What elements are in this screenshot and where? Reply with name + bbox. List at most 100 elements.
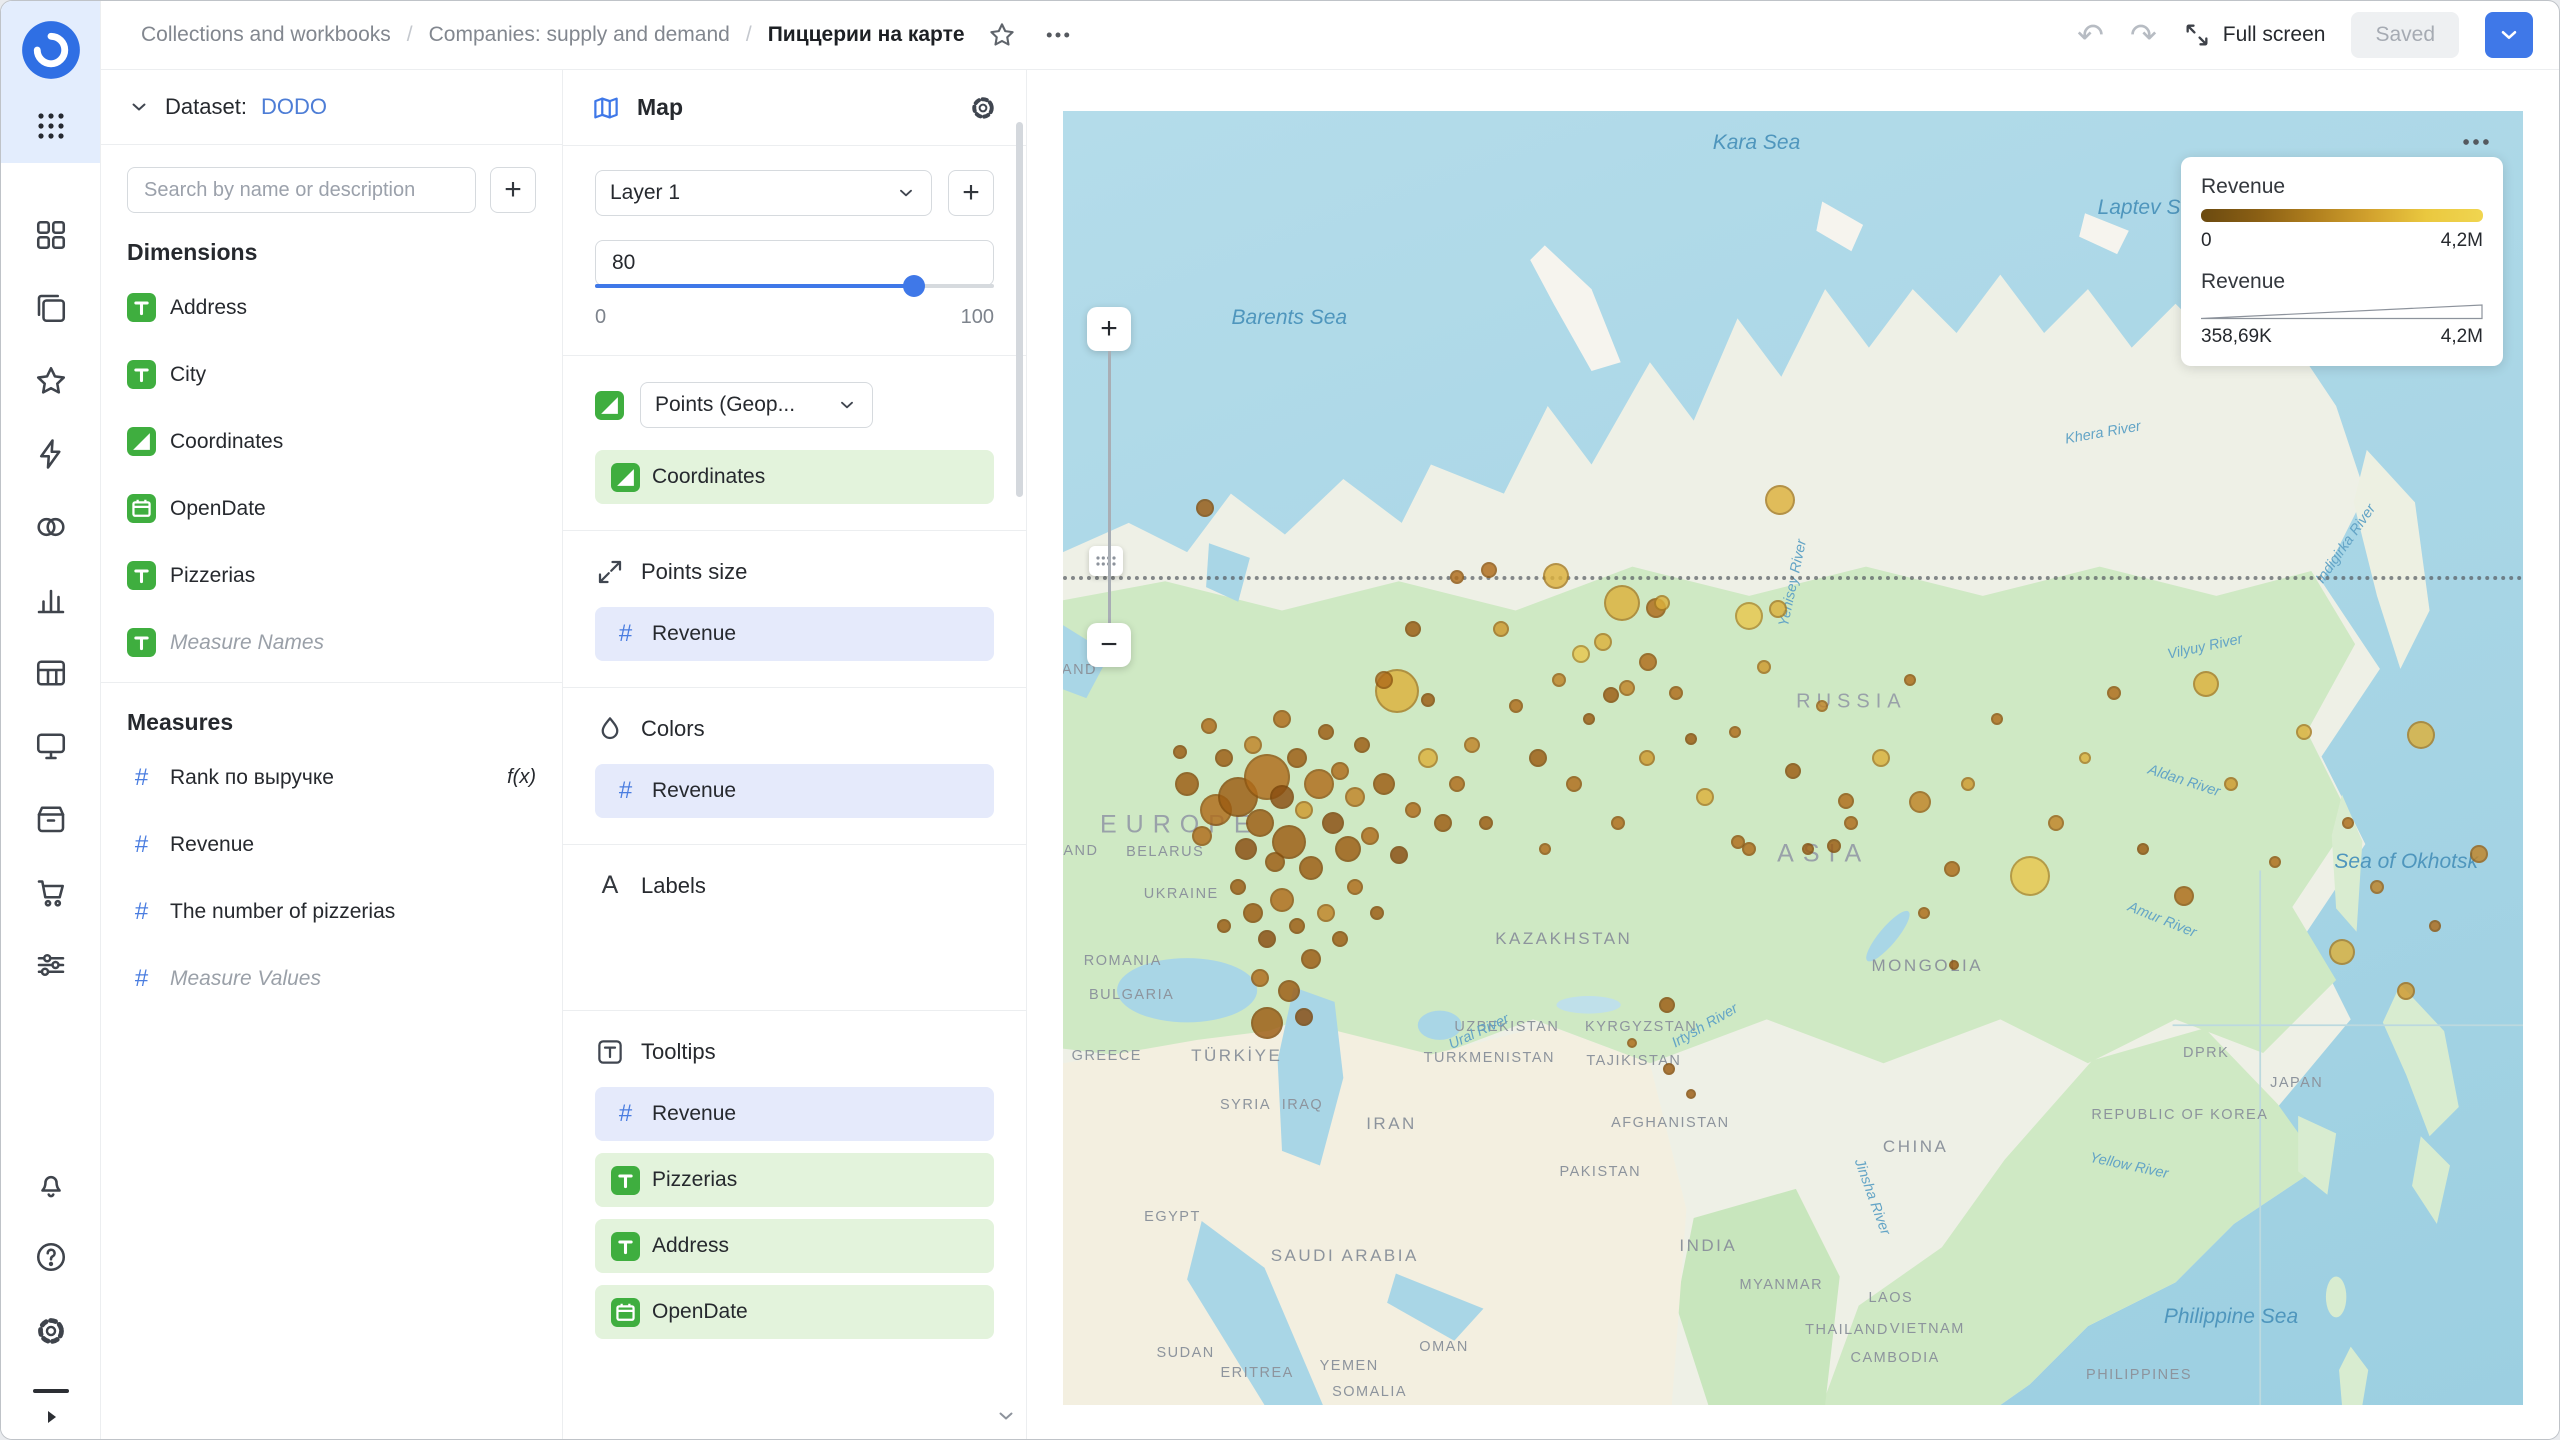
map-bubble[interactable] — [1405, 620, 1422, 637]
undo-icon[interactable]: ↶ — [2077, 19, 2104, 51]
map-bubble[interactable] — [1816, 700, 1829, 713]
map-bubble[interactable] — [1288, 918, 1305, 935]
map-bubble[interactable] — [1543, 562, 1570, 589]
notifications-icon[interactable] — [33, 1165, 69, 1201]
map-bubble[interactable] — [1270, 888, 1294, 913]
map-chart[interactable]: Kara Sea Barents Sea Laptev Sea Sea of Okho… — [1063, 111, 2523, 1405]
map-bubble[interactable] — [2328, 939, 2355, 966]
apps-grid-icon[interactable] — [34, 109, 68, 143]
favorite-star-icon[interactable] — [987, 20, 1017, 50]
map-bubble[interactable] — [1528, 749, 1547, 767]
map-bubble[interactable] — [1294, 1007, 1313, 1026]
collapse-handle[interactable] — [32, 1389, 69, 1393]
map-bubble[interactable] — [1653, 594, 1670, 611]
map-bubble[interactable] — [1685, 1089, 1696, 1100]
map-bubble[interactable] — [1948, 960, 1959, 971]
search-input[interactable] — [127, 167, 476, 213]
chip-revenue[interactable]: # Revenue — [595, 1087, 994, 1141]
map-bubble[interactable] — [2370, 880, 2384, 895]
redo-icon[interactable]: ↷ — [2130, 19, 2157, 51]
map-bubble[interactable] — [1286, 748, 1307, 768]
map-bubble[interactable] — [1195, 499, 1214, 518]
map-bubble[interactable] — [2137, 842, 2150, 855]
saved-button[interactable]: Saved — [2351, 12, 2459, 58]
map-bubble[interactable] — [1572, 645, 1591, 664]
map-bubble[interactable] — [1299, 855, 1324, 880]
chip-revenue[interactable]: # Revenue — [595, 607, 994, 661]
settings-icon[interactable] — [33, 1313, 69, 1349]
map-bubble[interactable] — [2107, 686, 2122, 701]
map-bubble[interactable] — [1662, 1062, 1675, 1075]
map-bubble[interactable] — [1270, 784, 1294, 809]
datasets-icon[interactable] — [33, 655, 69, 691]
marketplace-icon[interactable] — [33, 874, 69, 910]
map-bubble[interactable] — [1332, 931, 1349, 948]
add-field-button[interactable]: + — [490, 167, 536, 213]
dataset-collapse-icon[interactable] — [127, 95, 151, 119]
breadcrumb-collections[interactable]: Collections and workbooks — [141, 23, 391, 47]
fullscreen-button[interactable]: Full screen — [2183, 21, 2325, 49]
map-bubble[interactable] — [1639, 750, 1655, 766]
map-bubble[interactable] — [2296, 724, 2312, 741]
map-bubble[interactable] — [1961, 776, 1976, 791]
map-bubble[interactable] — [2174, 886, 2195, 907]
map-bubble[interactable] — [1602, 686, 1619, 703]
map-bubble[interactable] — [1216, 919, 1231, 934]
storage-icon[interactable] — [33, 801, 69, 837]
map-bubble[interactable] — [1242, 903, 1263, 924]
map-bubble[interactable] — [1844, 815, 1859, 830]
map-bubble[interactable] — [1251, 968, 1270, 987]
map-bubble[interactable] — [1639, 653, 1658, 672]
layer-select[interactable]: Layer 1 — [595, 170, 932, 216]
map-bubble[interactable] — [1944, 861, 1961, 878]
dashboards-icon[interactable] — [33, 217, 69, 253]
presentations-icon[interactable] — [33, 728, 69, 764]
map-bubble[interactable] — [1604, 584, 1641, 621]
opacity-slider-knob[interactable] — [903, 275, 926, 297]
map-bubble[interactable] — [1991, 713, 2004, 726]
map-bubble[interactable] — [2224, 776, 2238, 791]
map-bubble[interactable] — [1246, 808, 1275, 837]
map-bubble[interactable] — [2341, 816, 2354, 829]
favorites-icon[interactable] — [33, 363, 69, 399]
map-bubble[interactable] — [1538, 842, 1551, 855]
map-bubble[interactable] — [1903, 674, 1916, 687]
map-bubble[interactable] — [1508, 699, 1523, 714]
map-bubble[interactable] — [1317, 724, 1334, 741]
map-bubble[interactable] — [1493, 620, 1509, 637]
map-bubble[interactable] — [1316, 904, 1335, 923]
dataset-name-link[interactable]: DODO — [261, 94, 327, 120]
map-bubble[interactable] — [2397, 981, 2416, 1000]
map-bubble[interactable] — [2079, 752, 2091, 764]
map-bubble[interactable] — [1303, 768, 1334, 799]
connections-icon[interactable] — [33, 509, 69, 545]
map-bubble[interactable] — [1837, 792, 1854, 809]
expand-arrow-icon[interactable] — [41, 1407, 61, 1427]
map-bubble[interactable] — [1334, 835, 1361, 862]
map-bubble[interactable] — [1696, 787, 1715, 806]
map-bubble[interactable] — [1463, 737, 1480, 754]
map-bubble[interactable] — [1331, 761, 1350, 780]
datalens-logo[interactable] — [18, 17, 84, 83]
zoom-slider[interactable] — [1107, 351, 1111, 623]
map-bubble[interactable] — [1389, 846, 1408, 865]
opacity-slider[interactable] — [595, 275, 994, 297]
more-actions-icon[interactable] — [1043, 20, 1073, 50]
field-opendate[interactable]: OpenDate — [127, 475, 536, 542]
map-bubble[interactable] — [1347, 879, 1363, 896]
map-bubble[interactable] — [1175, 771, 1200, 796]
field-measure-values[interactable]: # Measure Values — [127, 945, 536, 1012]
map-bubble[interactable] — [1684, 732, 1697, 745]
map-bubble[interactable] — [1627, 1037, 1638, 1048]
map-bubble[interactable] — [1728, 726, 1741, 739]
map-bubble[interactable] — [1764, 485, 1795, 516]
map-bubble[interactable] — [1301, 948, 1322, 969]
add-layer-button[interactable]: + — [948, 170, 994, 216]
map-bubble[interactable] — [1273, 710, 1291, 729]
field-pizzerias[interactable]: Pizzerias — [127, 542, 536, 609]
map-bubble[interactable] — [1251, 1007, 1284, 1040]
map-bubble[interactable] — [1449, 775, 1466, 792]
help-icon[interactable] — [33, 1239, 69, 1275]
field-city[interactable]: City — [127, 341, 536, 408]
map-bubble[interactable] — [1552, 673, 1567, 688]
